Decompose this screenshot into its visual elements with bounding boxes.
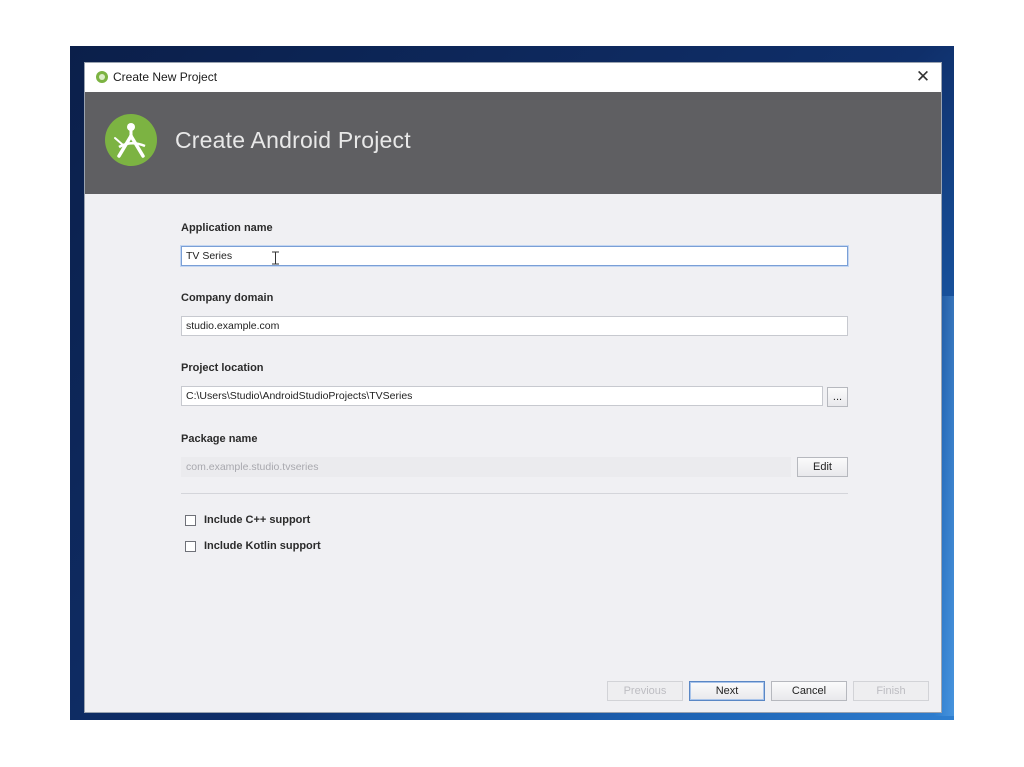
browse-location-button[interactable]: ... (827, 387, 848, 407)
package-name-label: Package name (181, 433, 258, 445)
kotlin-support-label: Include Kotlin support (204, 540, 321, 552)
finish-button[interactable]: Finish (853, 681, 929, 701)
text-cursor-icon (272, 251, 279, 265)
cpp-support-checkbox[interactable] (185, 515, 196, 526)
previous-button[interactable]: Previous (607, 681, 683, 701)
divider (181, 493, 848, 494)
cancel-button[interactable]: Cancel (771, 681, 847, 701)
window-title: Create New Project (113, 70, 218, 84)
project-location-input[interactable]: C:\Users\Studio\AndroidStudioProjects\TV… (181, 386, 823, 406)
create-project-dialog: Create New Project ✕ Create Android Proj… (85, 63, 941, 712)
close-icon[interactable]: ✕ (911, 65, 935, 89)
dialog-header: Create Android Project (85, 92, 941, 194)
company-domain-input[interactable]: studio.example.com (181, 316, 848, 336)
application-name-input[interactable]: TV Series (181, 246, 848, 266)
kotlin-support-checkbox[interactable] (185, 541, 196, 552)
cpp-support-label: Include C++ support (204, 514, 311, 526)
next-button[interactable]: Next (689, 681, 765, 701)
package-name-field: com.example.studio.tvseries (181, 457, 791, 477)
android-studio-logo-icon (105, 114, 157, 166)
android-studio-icon (96, 71, 108, 83)
application-name-label: Application name (181, 222, 273, 234)
dialog-heading: Create Android Project (175, 127, 411, 153)
company-domain-label: Company domain (181, 292, 274, 304)
project-location-label: Project location (181, 362, 264, 374)
edit-package-button[interactable]: Edit (797, 457, 848, 477)
window-titlebar: Create New Project ✕ (85, 63, 941, 92)
